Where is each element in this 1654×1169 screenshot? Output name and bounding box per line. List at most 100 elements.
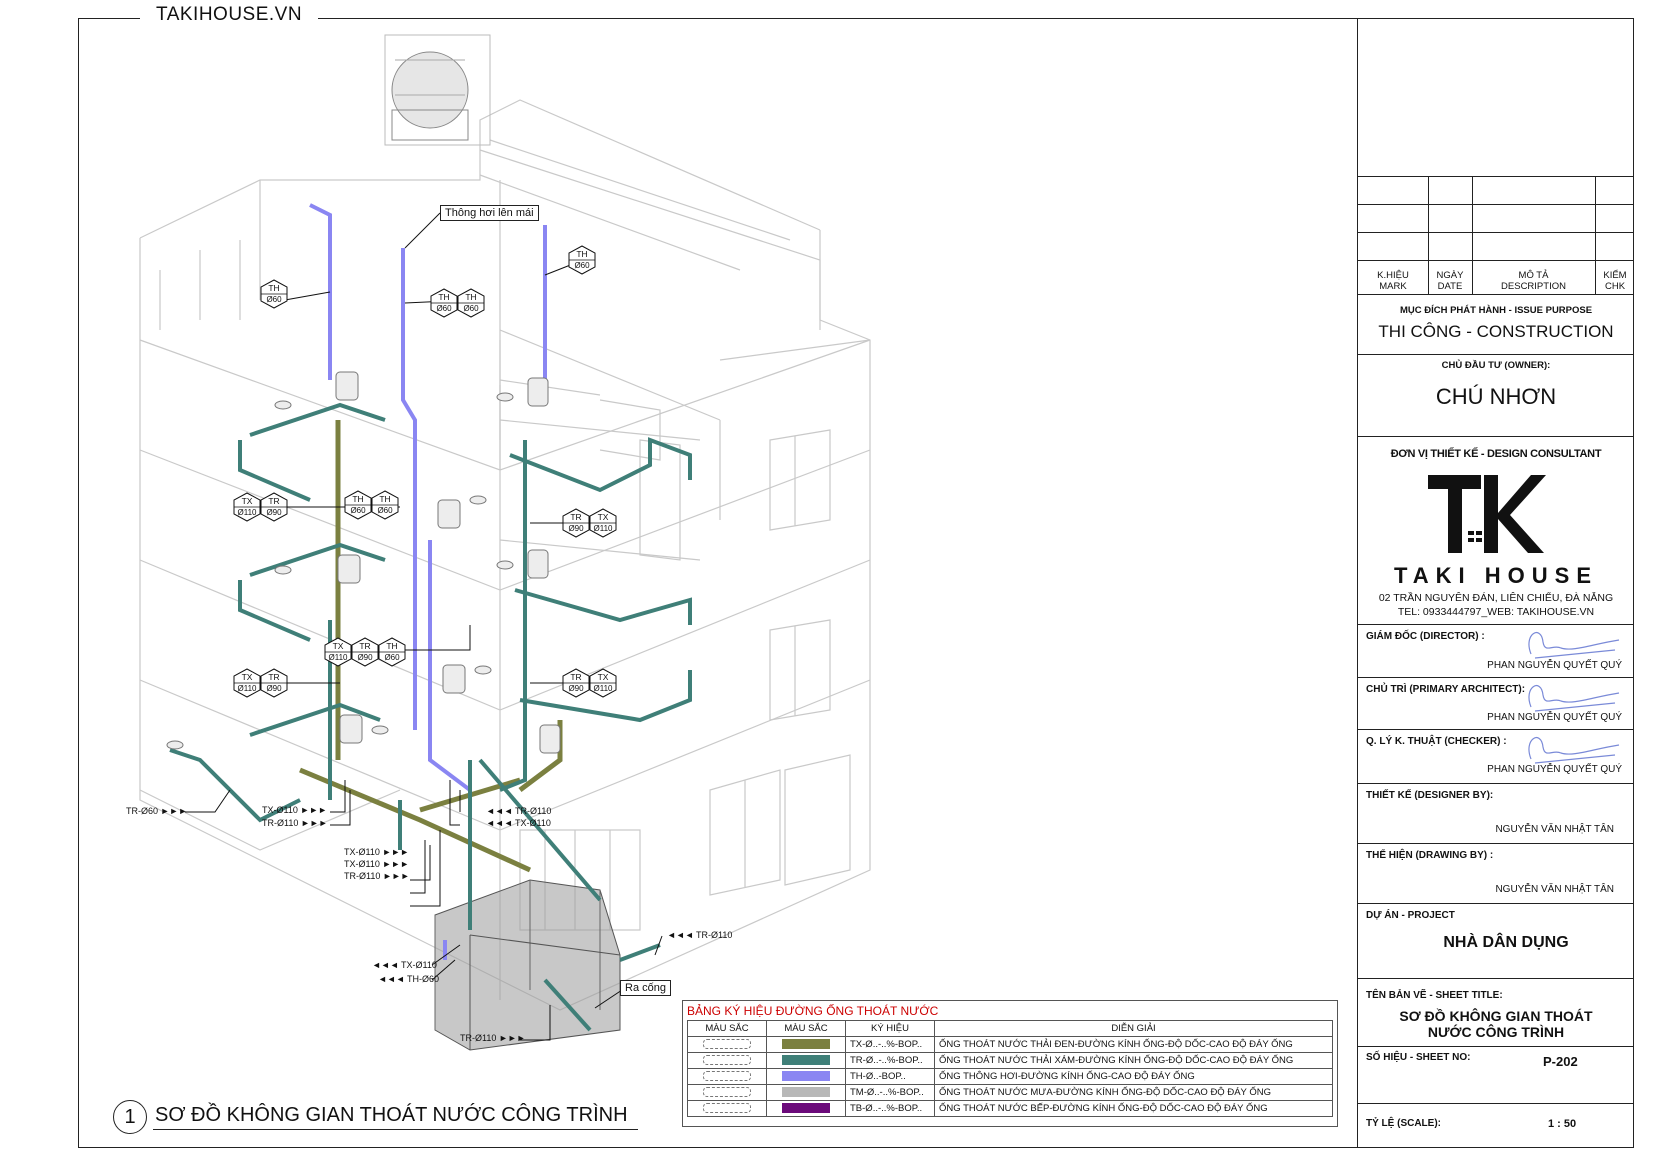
sheet-title: SƠ ĐỒ KHÔNG GIAN THOÁT NƯỚC CÔNG TRÌNH bbox=[1399, 1008, 1593, 1040]
pipe-run-label: TR-Ø110 ►►► bbox=[262, 818, 328, 828]
hex-tag-code: TR bbox=[570, 512, 582, 522]
pipe-hex-tag: TX Ø110 bbox=[589, 668, 617, 698]
hex-tag-diameter: Ø60 bbox=[463, 304, 479, 313]
project-label: DỰ ÁN - PROJECT bbox=[1366, 910, 1455, 921]
pipe-hex-tag: TH Ø60 bbox=[430, 288, 458, 318]
signature-icon bbox=[1528, 685, 1620, 712]
takihouse-logo-icon bbox=[1428, 475, 1546, 553]
drawing-title-block: 1 SƠ ĐỒ KHÔNG GIAN THOÁT NƯỚC CÔNG TRÌNH bbox=[113, 1100, 638, 1134]
toilet-icon bbox=[337, 554, 361, 584]
pipe-hex-tag: TR Ø90 bbox=[562, 508, 590, 538]
pipe-hex-tag: TX Ø110 bbox=[589, 508, 617, 538]
pipe-run-label: TX-Ø110 ►►► bbox=[344, 859, 410, 869]
legend-color-cell bbox=[766, 1052, 846, 1069]
pipe-legend-table: BẢNG KÝ HIỆU ĐƯỜNG ỐNG THOÁT NƯỚC MÀU SẮ… bbox=[682, 1000, 1338, 1127]
designer-label: THIẾT KẾ (DESIGNER BY): bbox=[1366, 790, 1494, 801]
sheet-number: P-202 bbox=[1543, 1054, 1578, 1069]
issue-purpose: THI CÔNG - CONSTRUCTION bbox=[1378, 322, 1614, 341]
hex-tag-code: TH bbox=[386, 641, 398, 651]
legend-header: MÀU SẮC bbox=[766, 1020, 846, 1037]
hex-tag-diameter: Ø90 bbox=[266, 508, 282, 517]
hex-tag-code: TR bbox=[268, 672, 280, 682]
hex-tag-code: TX bbox=[597, 512, 609, 522]
legend-code: TX-Ø..-..%-BOP.. bbox=[845, 1036, 935, 1053]
hex-tag-code: TR bbox=[359, 641, 371, 651]
pipe-outline-icon bbox=[703, 1087, 751, 1098]
pipe-run-label: TX-Ø110 ►►► bbox=[344, 847, 410, 857]
director-label: GIÁM ĐỐC (DIRECTOR) : bbox=[1366, 631, 1485, 642]
owner-label: CHỦ ĐẦU TƯ (OWNER): bbox=[1441, 360, 1551, 371]
hex-tag-code: TH bbox=[268, 283, 280, 293]
pipe-hex-tag: TR Ø90 bbox=[562, 668, 590, 698]
rev-header-check: KIỂM CHK bbox=[1603, 270, 1627, 292]
drawing-number-circle: 1 bbox=[113, 1100, 147, 1134]
hex-tag-code: TH bbox=[352, 494, 364, 504]
legend-pipe-symbol bbox=[687, 1068, 767, 1085]
architect-name: PHAN NGUYỄN QUYẾT QUÝ bbox=[1487, 712, 1622, 723]
callout-sewer-out: Ra cống bbox=[620, 980, 671, 996]
legend-grid: MÀU SẮC MÀU SẮC KÝ HIỆU DIỄN GIẢI TX-Ø..… bbox=[687, 1020, 1333, 1117]
color-swatch bbox=[782, 1071, 830, 1082]
hex-tag-code: TX bbox=[241, 672, 253, 682]
hex-tag-diameter: Ø90 bbox=[568, 684, 584, 693]
scale-value: 1 : 50 bbox=[1548, 1118, 1577, 1130]
legend-header: DIỄN GIẢI bbox=[934, 1020, 1333, 1037]
toilet-icon bbox=[527, 377, 549, 407]
hex-tag-diameter: Ø60 bbox=[436, 304, 452, 313]
legend-title: BẢNG KÝ HIỆU ĐƯỜNG ỐNG THOÁT NƯỚC bbox=[687, 1004, 939, 1018]
hex-tag-diameter: Ø60 bbox=[384, 653, 400, 662]
scale-label: TỶ LỆ (SCALE): bbox=[1366, 1118, 1441, 1129]
hex-tag-code: TH bbox=[465, 292, 477, 302]
hex-tag-diameter: Ø110 bbox=[328, 653, 348, 662]
legend-code: TR-Ø..-..%-BOP.. bbox=[845, 1052, 935, 1069]
legend-description: ỐNG THÔNG HƠI-ĐƯỜNG KÍNH ỐNG-CAO ĐỘ ĐÁY … bbox=[934, 1068, 1333, 1085]
drawing-title: SƠ ĐỒ KHÔNG GIAN THOÁT NƯỚC CÔNG TRÌNH bbox=[153, 1104, 638, 1130]
callout-text: Thông hơi lên mái bbox=[445, 207, 534, 219]
toilet-icon bbox=[539, 724, 561, 754]
legend-description: ỐNG THOÁT NƯỚC THẢI XÁM-ĐƯỜNG KÍNH ỐNG-Đ… bbox=[934, 1052, 1333, 1069]
company-address: 02 TRẦN NGUYÊN ĐÁN, LIÊN CHIỂU, ĐÀ NẴNG bbox=[1378, 592, 1614, 604]
hex-tag-diameter: Ø110 bbox=[237, 684, 257, 693]
basin-icon bbox=[496, 560, 514, 570]
director-name: PHAN NGUYỄN QUYẾT QUÝ bbox=[1487, 660, 1622, 671]
hex-tag-code: TR bbox=[268, 496, 280, 506]
callout-vent-to-roof: Thông hơi lên mái bbox=[440, 205, 539, 221]
sheet-number-label: SỐ HIỆU - SHEET NO: bbox=[1366, 1052, 1471, 1063]
toilet-icon bbox=[437, 499, 461, 529]
consultant-label: ĐƠN VỊ THIẾT KẾ - DESIGN CONSULTANT bbox=[1390, 448, 1602, 460]
owner-name: CHÚ NHƠN bbox=[1435, 384, 1557, 409]
signature-icon bbox=[1528, 737, 1620, 764]
title-block: K.HIỆU MARK NGÀY DATE MÔ TẢ DESCRIPTION KIỂ… bbox=[1357, 18, 1634, 1148]
pipe-outline-icon bbox=[703, 1103, 751, 1114]
legend-color-cell bbox=[766, 1100, 846, 1117]
pipe-hex-tag: TH Ø60 bbox=[568, 245, 596, 275]
hex-tag-diameter: Ø90 bbox=[568, 524, 584, 533]
hex-tag-code: TX bbox=[597, 672, 609, 682]
pipe-outline-icon bbox=[703, 1039, 751, 1050]
legend-color-cell bbox=[766, 1068, 846, 1085]
architect-label: CHỦ TRÌ (PRIMARY ARCHITECT): bbox=[1366, 684, 1526, 695]
basin-icon bbox=[274, 400, 292, 410]
legend-color-cell bbox=[766, 1084, 846, 1101]
hex-tag-code: TX bbox=[332, 641, 344, 651]
legend-description: ỐNG THOÁT NƯỚC MƯA-ĐƯỜNG KÍNH ỐNG-ĐỘ DỐC… bbox=[934, 1084, 1333, 1101]
issue-purpose-label: MỤC ĐÍCH PHÁT HÀNH - ISSUE PURPOSE bbox=[1399, 305, 1593, 316]
pipe-run-label: ◄◄◄ TX-Ø110 bbox=[372, 960, 437, 970]
legend-row: TX-Ø..-..%-BOP.. ỐNG THOÁT NƯỚC THẢI ĐEN-… bbox=[687, 1036, 1333, 1053]
pipe-run-label: TR-Ø110 ►►► bbox=[344, 871, 410, 881]
pipe-outline-icon bbox=[703, 1055, 751, 1066]
legend-header: KÝ HIỆU bbox=[845, 1020, 935, 1037]
water-tank-icon bbox=[384, 34, 491, 146]
legend-color-cell bbox=[766, 1036, 846, 1053]
legend-row: TR-Ø..-..%-BOP.. ỐNG THOÁT NƯỚC THẢI XÁM-… bbox=[687, 1052, 1333, 1069]
project-name: NHÀ DÂN DỤNG bbox=[1443, 934, 1569, 951]
basin-icon bbox=[469, 495, 487, 505]
pipe-run-label: TR-Ø60 ►►► bbox=[126, 806, 188, 816]
color-swatch bbox=[782, 1055, 830, 1066]
rev-header-description: MÔ TẢ DESCRIPTION bbox=[1501, 270, 1566, 292]
legend-header-row: MÀU SẮC MÀU SẮC KÝ HIỆU DIỄN GIẢI bbox=[687, 1020, 1333, 1037]
color-swatch bbox=[782, 1039, 830, 1050]
callout-text: Ra cống bbox=[625, 982, 666, 994]
pipe-hex-tag: TX Ø110 bbox=[324, 637, 352, 667]
legend-row: TH-Ø..-BOP.. ỐNG THÔNG HƠI-ĐƯỜNG KÍNH ỐNG… bbox=[687, 1068, 1333, 1085]
